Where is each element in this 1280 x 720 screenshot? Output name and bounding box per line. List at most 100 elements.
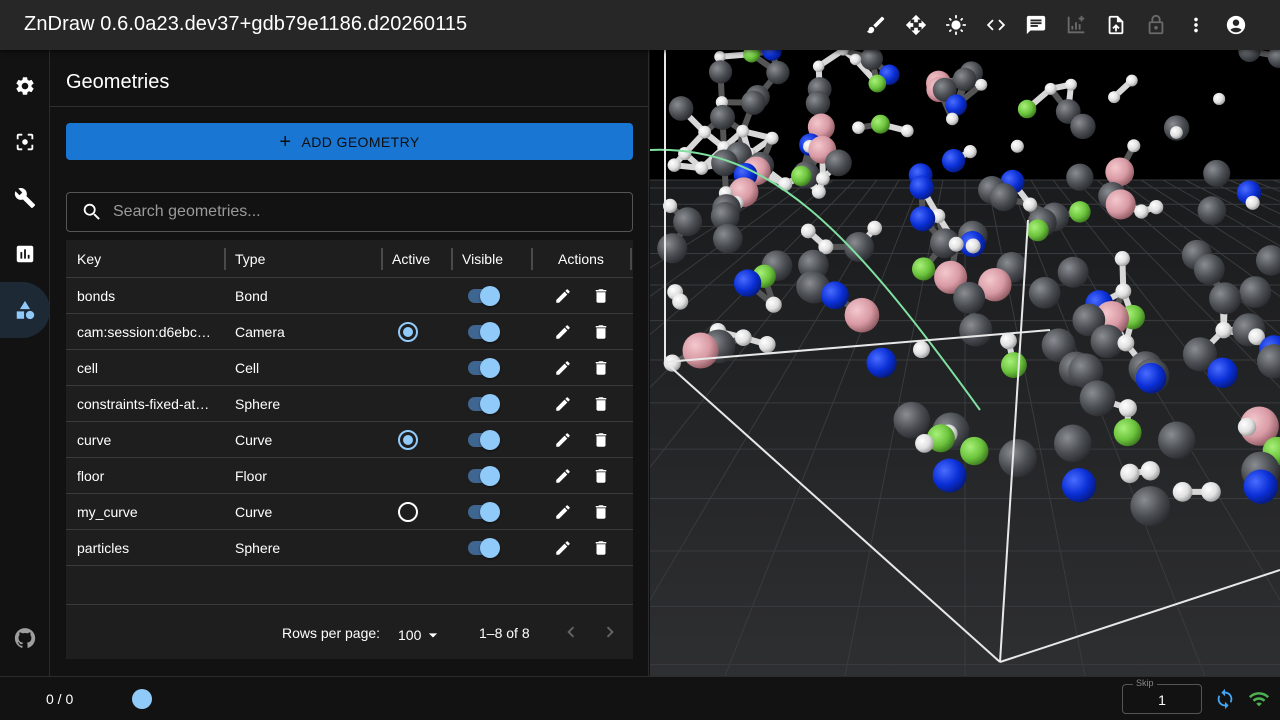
edit-button[interactable]	[553, 286, 573, 306]
visible-toggle[interactable]	[468, 286, 500, 306]
atom	[960, 436, 989, 466]
rows-per-page-select[interactable]: 100	[398, 625, 443, 645]
sync-icon[interactable]	[1214, 688, 1236, 710]
delete-button[interactable]	[591, 358, 611, 378]
visible-toggle[interactable]	[468, 394, 500, 414]
table-row[interactable]: bonds Bond	[66, 278, 633, 314]
account-button[interactable]	[1216, 5, 1256, 45]
table-row[interactable]: curve Curve	[66, 422, 633, 458]
arrow-drop-down-icon	[429, 633, 438, 638]
table-row[interactable]: my_curve Curve	[66, 494, 633, 530]
visible-toggle[interactable]	[468, 430, 500, 450]
brush-button[interactable]	[856, 5, 896, 45]
edit-button[interactable]	[553, 502, 573, 522]
chat-button[interactable]	[1016, 5, 1056, 45]
github-link[interactable]	[0, 610, 50, 666]
atom	[800, 223, 816, 239]
atom	[736, 124, 750, 138]
rows-per-page-value: 100	[398, 627, 422, 643]
row-key: curve	[77, 432, 112, 448]
upload-icon	[1108, 15, 1124, 35]
visible-toggle[interactable]	[468, 538, 500, 558]
table-row[interactable]: particles Sphere	[66, 530, 633, 566]
column-header-type[interactable]: Type	[235, 251, 265, 267]
active-radio[interactable]	[398, 430, 418, 450]
search-input[interactable]	[113, 203, 593, 221]
edit-button[interactable]	[553, 358, 573, 378]
active-radio[interactable]	[398, 502, 418, 522]
skip-field[interactable]: Skip 1	[1122, 678, 1202, 714]
next-page-button[interactable]	[599, 621, 621, 648]
active-radio[interactable]	[398, 322, 418, 342]
delete-button[interactable]	[591, 538, 611, 558]
center-focus-icon	[16, 133, 34, 151]
delete-icon	[595, 433, 607, 447]
sidebar-item-selection[interactable]	[0, 114, 50, 170]
atom	[866, 347, 897, 378]
atom	[1079, 380, 1116, 417]
delete-button[interactable]	[591, 502, 611, 522]
sidebar-item-geometries[interactable]	[0, 282, 50, 338]
frame-slider-thumb[interactable]	[132, 689, 152, 709]
delete-button[interactable]	[591, 394, 611, 414]
previous-page-button[interactable]	[560, 621, 582, 648]
delete-button[interactable]	[591, 466, 611, 486]
account-icon	[1226, 15, 1246, 35]
atom	[1149, 200, 1164, 215]
wifi-icon	[1248, 692, 1270, 707]
column-separator[interactable]	[224, 248, 226, 270]
app-bar: ZnDraw 0.6.0a23.dev37+gdb79e1186.d202601…	[0, 0, 1280, 50]
column-separator[interactable]	[531, 248, 533, 270]
visible-toggle[interactable]	[468, 466, 500, 486]
upload-button[interactable]	[1096, 5, 1136, 45]
edit-button[interactable]	[553, 394, 573, 414]
column-separator[interactable]	[451, 248, 453, 270]
skip-value[interactable]: 1	[1123, 692, 1201, 708]
edit-icon	[556, 289, 570, 303]
move-button[interactable]	[896, 5, 936, 45]
atom	[1207, 357, 1238, 389]
sidebar-item-modifiers[interactable]	[0, 170, 50, 226]
add-geometry-button[interactable]: + ADD GEOMETRY	[66, 123, 633, 160]
more-button[interactable]	[1176, 5, 1216, 45]
edit-button[interactable]	[553, 430, 573, 450]
atom	[1134, 204, 1149, 219]
table-row[interactable]: floor Floor	[66, 458, 633, 494]
sidebar-item-settings[interactable]	[0, 58, 50, 114]
atom	[1158, 421, 1196, 459]
column-header-key[interactable]: Key	[77, 251, 101, 267]
table-row[interactable]: constraints-fixed-at… Sphere	[66, 386, 633, 422]
atom	[1215, 321, 1232, 339]
column-header-active[interactable]: Active	[392, 251, 430, 267]
edit-button[interactable]	[553, 466, 573, 486]
table-row[interactable]: cell Cell	[66, 350, 633, 386]
atom	[844, 297, 880, 333]
delete-icon	[595, 541, 607, 555]
delete-button[interactable]	[591, 286, 611, 306]
edit-button[interactable]	[553, 322, 573, 342]
table-row[interactable]: cam:session:d6ebc… Camera	[66, 314, 633, 350]
3d-viewer-canvas[interactable]	[650, 50, 1280, 676]
visible-toggle[interactable]	[468, 322, 500, 342]
analytics-button[interactable]	[1056, 5, 1096, 45]
edit-button[interactable]	[553, 538, 573, 558]
delete-button[interactable]	[591, 430, 611, 450]
atom	[893, 401, 931, 439]
delete-button[interactable]	[591, 322, 611, 342]
row-key: cell	[77, 360, 99, 376]
sidebar-item-analysis[interactable]	[0, 226, 50, 282]
brightness-button[interactable]	[936, 5, 976, 45]
column-header-visible[interactable]: Visible	[462, 251, 503, 267]
code-button[interactable]	[976, 5, 1016, 45]
delete-icon	[595, 325, 607, 339]
category-icon	[16, 300, 35, 320]
column-separator[interactable]	[381, 248, 383, 270]
column-separator[interactable]	[630, 248, 632, 270]
edit-icon	[556, 505, 570, 519]
lock-button[interactable]	[1136, 5, 1176, 45]
visible-toggle[interactable]	[468, 502, 500, 522]
atom	[1000, 352, 1027, 379]
visible-toggle[interactable]	[468, 358, 500, 378]
code-icon	[986, 19, 1006, 31]
delete-icon	[595, 397, 607, 411]
